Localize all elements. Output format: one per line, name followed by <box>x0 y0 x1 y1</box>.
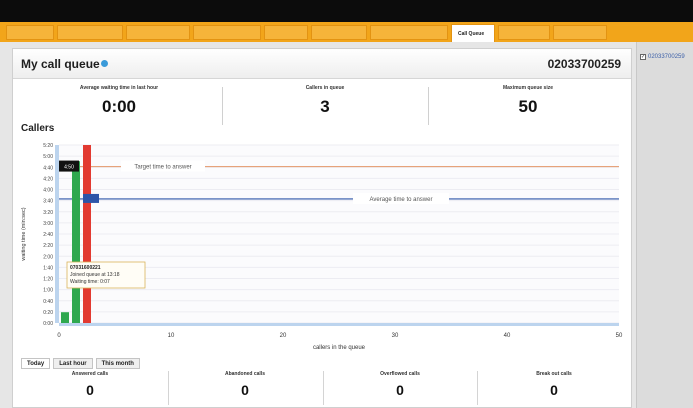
tab-1[interactable] <box>6 24 54 40</box>
stat-label: Average waiting time in last hour <box>79 85 159 91</box>
stat-max-queue: Maximum queue size 50 <box>431 85 625 127</box>
y-tick-label: 1:40 <box>43 265 53 271</box>
call-queue-panel: My call queue 02033700259 Average waitin… <box>12 48 632 408</box>
fstat-label: Answered calls <box>71 371 109 377</box>
y-tick-label: 1:20 <box>43 277 53 283</box>
tooltip-caller: 07031600221 <box>70 265 101 271</box>
stat-value: 0:00 <box>101 97 137 116</box>
callers-chart: 0:00 0:20 0:40 1:00 1:20 1:40 2:00 2:20 2:40 3:00… <box>21 143 623 351</box>
y-tick-label: 3:20 <box>43 210 53 216</box>
info-icon[interactable] <box>101 60 108 67</box>
stat-avg-wait: Average waiting time in last hour 0:00 <box>19 85 219 127</box>
divider <box>323 371 324 405</box>
queue-phone-number: 02033700259 <box>547 57 621 71</box>
range-tab-this-month[interactable]: This month <box>95 358 140 369</box>
call-totals: Answered calls 0 Abandoned calls 0 Overf… <box>13 371 631 408</box>
fstat-value: 0 <box>396 382 404 398</box>
tooltip-joined: Joined queue at 13:18 <box>70 272 120 278</box>
x-tick-label: 10 <box>168 333 175 339</box>
fstat-value: 0 <box>241 382 249 398</box>
tab-7[interactable] <box>370 24 448 40</box>
stat-label: Callers in queue <box>305 85 345 91</box>
y-tick-label: 4:00 <box>43 188 53 194</box>
divider <box>168 371 169 405</box>
queue-list-number[interactable]: 02033700259 <box>648 54 685 60</box>
break-out-calls: Break out calls 0 <box>479 371 629 398</box>
stat-value: 50 <box>518 97 538 116</box>
queue-bar <box>72 161 80 323</box>
queue-list-item[interactable]: ✓ 02033700259 <box>640 54 685 60</box>
y-tick-label: 2:00 <box>43 254 53 260</box>
overflowed-calls: Overflowed calls 0 <box>325 371 475 398</box>
y-tick-label: 4:40 <box>43 165 53 171</box>
tab-4[interactable] <box>193 24 261 40</box>
x-tick-label: 50 <box>616 333 623 339</box>
tab-10[interactable] <box>553 24 607 40</box>
y-tick-label: 4:20 <box>43 176 53 182</box>
stat-value: 3 <box>320 97 330 116</box>
queue-checkbox[interactable]: ✓ <box>640 54 646 60</box>
y-tick-label: 0:40 <box>43 299 53 305</box>
panel-header: My call queue 02033700259 <box>13 49 631 79</box>
queue-bar <box>61 312 69 323</box>
y-tick-label: 0:20 <box>43 310 53 316</box>
divider <box>222 87 223 125</box>
tab-call-queue[interactable]: Call Queue <box>451 24 495 42</box>
y-axis-strip <box>55 145 59 323</box>
y-tick-label: 5:20 <box>43 143 53 149</box>
queue-stats: Average waiting time in last hour 0:00 C… <box>19 85 625 127</box>
y-tick-label: 3:40 <box>43 199 53 205</box>
x-axis-label: callers in the queue <box>313 345 366 351</box>
tab-2[interactable] <box>57 24 123 40</box>
abandoned-calls: Abandoned calls 0 <box>170 371 320 398</box>
tab-6[interactable] <box>311 24 367 40</box>
y-axis-label: waiting time (min:sec) <box>21 207 27 261</box>
answered-calls: Answered calls 0 <box>15 371 165 398</box>
y-tick-label: 0:00 <box>43 321 53 327</box>
fstat-label: Abandoned calls <box>224 371 265 377</box>
tab-9[interactable] <box>498 24 550 40</box>
panel-title: My call queue <box>21 57 100 71</box>
fstat-label: Overflowed calls <box>380 371 420 377</box>
queue-list-panel: ✓ 02033700259 <box>636 42 693 408</box>
tooltip-waiting: Waiting time: 0:07 <box>70 279 110 285</box>
fstat-value: 0 <box>550 382 558 398</box>
fstat-label: Break out calls <box>536 371 572 377</box>
tab-5[interactable] <box>264 24 308 40</box>
y-tick-label: 2:40 <box>43 232 53 238</box>
average-marker <box>83 193 99 203</box>
divider <box>428 87 429 125</box>
range-tab-last-hour[interactable]: Last hour <box>53 358 93 369</box>
x-axis-strip <box>59 323 619 326</box>
queue-bar <box>83 145 91 323</box>
fstat-value: 0 <box>86 382 94 398</box>
target-marker-label: 4:50 <box>64 165 74 171</box>
app-window: Call Queue ✓ 02033700259 My call queue 0… <box>0 0 693 408</box>
range-tabs: Today Last hour This month <box>21 358 140 369</box>
x-tick-label: 0 <box>57 333 61 339</box>
range-tab-today[interactable]: Today <box>21 358 51 369</box>
top-bar <box>0 0 693 22</box>
nav-tabs: Call Queue <box>0 22 693 42</box>
y-tick-label: 5:00 <box>43 154 53 160</box>
x-tick-label: 40 <box>504 333 511 339</box>
stat-label: Maximum queue size <box>502 85 553 91</box>
tab-3[interactable] <box>126 24 190 40</box>
divider <box>477 371 478 405</box>
x-tick-label: 30 <box>392 333 399 339</box>
y-tick-label: 1:00 <box>43 288 53 294</box>
average-line-label: Average time to answer <box>370 197 433 203</box>
x-tick-label: 20 <box>280 333 287 339</box>
y-tick-label: 3:00 <box>43 221 53 227</box>
stat-callers: Callers in queue 3 <box>225 85 425 127</box>
target-line-label: Target time to answer <box>134 165 191 171</box>
y-tick-label: 2:20 <box>43 243 53 249</box>
